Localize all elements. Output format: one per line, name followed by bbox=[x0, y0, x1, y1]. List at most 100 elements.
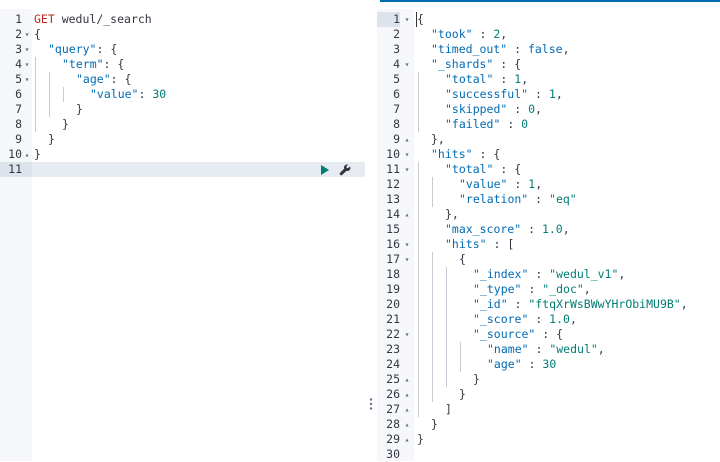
indent-guide bbox=[417, 282, 431, 297]
wrench-icon[interactable] bbox=[339, 164, 351, 176]
response-line[interactable]: 23 "name" : "wedul", bbox=[377, 342, 720, 357]
unfold-toggle-icon[interactable]: ▴ bbox=[403, 372, 411, 387]
fold-toggle-icon[interactable]: ▾ bbox=[403, 162, 411, 177]
response-line[interactable]: 11 ▾ "total" : { bbox=[377, 162, 720, 177]
indent-guide bbox=[431, 357, 445, 372]
json-key: "value" bbox=[90, 87, 139, 101]
response-line[interactable]: 20 "_id" : "ftqXrWsBWwYHrObiMU9B", bbox=[377, 297, 720, 312]
fold-toggle-icon[interactable]: ▾ bbox=[23, 57, 31, 72]
json-punctuation: , bbox=[597, 342, 605, 356]
json-punctuation: , bbox=[562, 222, 570, 236]
json-punctuation: : bbox=[493, 72, 515, 86]
indent-guide bbox=[431, 312, 445, 327]
response-line[interactable]: 27 ▴] bbox=[377, 402, 720, 417]
request-line[interactable]: 7} bbox=[0, 102, 365, 117]
fold-toggle-icon[interactable]: ▾ bbox=[23, 72, 31, 87]
response-line[interactable]: 29 ▴} bbox=[377, 432, 720, 447]
fold-toggle-icon[interactable]: ▾ bbox=[403, 237, 411, 252]
json-key: "hits" bbox=[445, 237, 487, 251]
response-viewer[interactable]: 1 ▾{2 "took" : 2, 3 "timed_out" : false, 4 ▾ "_… bbox=[377, 9, 720, 461]
request-line[interactable]: 1 GET wedul/_search bbox=[0, 12, 365, 27]
json-boolean-value: false bbox=[527, 42, 563, 56]
json-punctuation: , bbox=[569, 312, 577, 326]
http-method: GET bbox=[34, 12, 55, 26]
response-line[interactable]: 21 "_score" : 1.0, bbox=[377, 312, 720, 327]
response-line[interactable]: 15 "max_score" : 1.0, bbox=[377, 222, 720, 237]
indent-guide bbox=[431, 267, 445, 282]
response-line[interactable]: 16 ▾ "hits" : [ bbox=[377, 237, 720, 252]
response-line[interactable]: 3 "timed_out" : false, bbox=[377, 42, 720, 57]
json-punctuation: : bbox=[521, 357, 543, 371]
json-key: "_score" bbox=[473, 312, 529, 326]
request-line[interactable]: 2 ▾{ bbox=[0, 27, 365, 42]
json-punctuation: { bbox=[417, 12, 424, 26]
response-line[interactable]: 13 "relation" : "eq" bbox=[377, 192, 720, 207]
request-path: wedul/_search bbox=[54, 12, 152, 26]
fold-toggle-icon[interactable]: ▾ bbox=[403, 252, 411, 267]
fold-toggle-icon[interactable]: ▾ bbox=[23, 42, 31, 57]
vertical-dots-icon[interactable] bbox=[369, 398, 373, 410]
response-line[interactable]: 19 "_type" : "_doc", bbox=[377, 282, 720, 297]
code-text: "_shards" : { bbox=[417, 57, 521, 72]
response-line[interactable]: 30 bbox=[377, 447, 720, 462]
unfold-toggle-icon[interactable]: ▴ bbox=[23, 147, 31, 162]
request-line[interactable]: 8} bbox=[0, 117, 365, 132]
fold-toggle-icon[interactable]: ▾ bbox=[23, 27, 31, 42]
indent-guide bbox=[431, 342, 445, 357]
indent-guide bbox=[417, 312, 431, 327]
request-line[interactable]: 11 bbox=[0, 162, 365, 177]
fold-toggle-icon[interactable]: ▾ bbox=[403, 57, 411, 72]
response-line[interactable]: 8 "failed" : 0 bbox=[377, 117, 720, 132]
indent-guide bbox=[417, 342, 431, 357]
request-editor[interactable]: 1 GET wedul/_search 2 ▾{3 ▾ "query": {4 ▾ "term… bbox=[0, 9, 365, 461]
response-line[interactable]: 17 ▾ { bbox=[377, 252, 720, 267]
response-line[interactable]: 22 ▾ "_source" : { bbox=[377, 327, 720, 342]
indent-guide bbox=[62, 87, 76, 102]
json-punctuation: : bbox=[507, 177, 529, 191]
response-line[interactable]: 28 ▴} bbox=[377, 417, 720, 432]
indent-guide bbox=[431, 282, 445, 297]
response-line[interactable]: 18 "_index" : "wedul_v1", bbox=[377, 267, 720, 282]
unfold-toggle-icon[interactable]: ▴ bbox=[403, 387, 411, 402]
request-line[interactable]: 3 ▾ "query": { bbox=[0, 42, 365, 57]
response-line[interactable]: 26 ▴} bbox=[377, 387, 720, 402]
response-line[interactable]: 9 ▴}, bbox=[377, 132, 720, 147]
json-key: "failed" bbox=[445, 117, 501, 131]
unfold-toggle-icon[interactable]: ▴ bbox=[403, 417, 411, 432]
fold-toggle-icon[interactable]: ▾ bbox=[403, 147, 411, 162]
json-key: "_index" bbox=[473, 267, 529, 281]
response-line[interactable]: 2 "took" : 2, bbox=[377, 27, 720, 42]
pane-resizer[interactable] bbox=[366, 9, 376, 461]
code-text: } bbox=[34, 147, 41, 162]
request-line[interactable]: 4 ▾ "term": { bbox=[0, 57, 365, 72]
response-line[interactable]: 1 ▾ { bbox=[377, 12, 720, 27]
response-line[interactable]: 6 "successful" : 1, bbox=[377, 87, 720, 102]
json-punctuation: , bbox=[555, 87, 563, 101]
fold-toggle-icon[interactable]: ▾ bbox=[403, 327, 411, 342]
response-line[interactable]: 14 ▴}, bbox=[377, 207, 720, 222]
request-line[interactable]: 5 ▾ "age": { bbox=[0, 72, 365, 87]
response-line[interactable]: 10 ▾ "hits" : { bbox=[377, 147, 720, 162]
indent-guide bbox=[417, 192, 431, 207]
response-line[interactable]: 5 "total" : 1, bbox=[377, 72, 720, 87]
line-number: 17 bbox=[386, 252, 400, 266]
indent-guide bbox=[48, 102, 62, 117]
json-punctuation: } bbox=[431, 417, 438, 431]
response-line[interactable]: 24 "age" : 30 bbox=[377, 357, 720, 372]
unfold-toggle-icon[interactable]: ▴ bbox=[403, 432, 411, 447]
unfold-toggle-icon[interactable]: ▴ bbox=[403, 402, 411, 417]
response-line[interactable]: 12 "value" : 1, bbox=[377, 177, 720, 192]
request-line[interactable]: 6 "value": 30 bbox=[0, 87, 365, 102]
response-line[interactable]: 25 ▴} bbox=[377, 372, 720, 387]
unfold-toggle-icon[interactable]: ▴ bbox=[403, 132, 411, 147]
request-line[interactable]: 10 ▴} bbox=[0, 147, 365, 162]
fold-toggle-icon[interactable]: ▾ bbox=[403, 12, 411, 27]
response-line[interactable]: 4 ▾ "_shards" : { bbox=[377, 57, 720, 72]
request-line[interactable]: 9} bbox=[0, 132, 365, 147]
play-icon[interactable] bbox=[321, 164, 329, 175]
unfold-toggle-icon[interactable]: ▴ bbox=[403, 207, 411, 222]
code-text: }, bbox=[417, 207, 459, 222]
json-key: "query" bbox=[48, 42, 97, 56]
response-line[interactable]: 7 "skipped" : 0, bbox=[377, 102, 720, 117]
json-punctuation: : bbox=[528, 342, 550, 356]
